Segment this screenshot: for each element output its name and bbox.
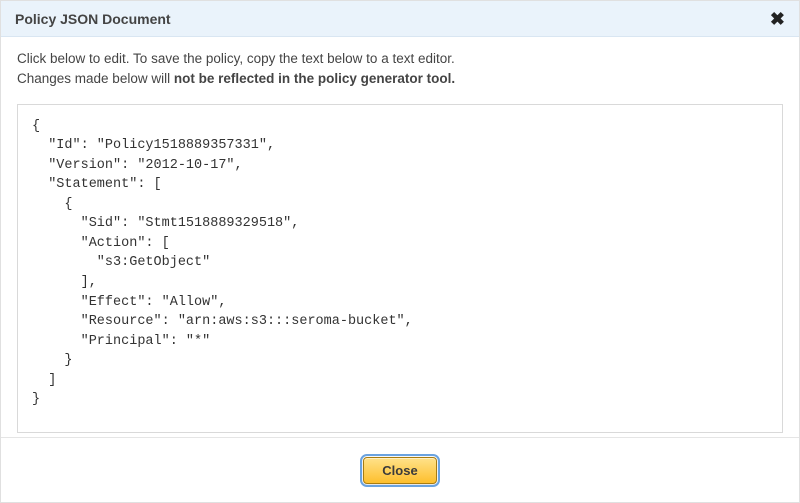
intro-line2-bold: not be reflected in the policy generator… xyxy=(174,71,455,86)
intro-text: Click below to edit. To save the policy,… xyxy=(17,49,783,90)
intro-line2-prefix: Changes made below will xyxy=(17,71,174,86)
policy-json-textarea[interactable]: { "Id": "Policy1518889357331", "Version"… xyxy=(17,104,783,433)
dialog-body[interactable]: Click below to edit. To save the policy,… xyxy=(1,37,799,437)
dialog-title: Policy JSON Document xyxy=(15,11,770,27)
close-icon[interactable]: ✖ xyxy=(770,10,785,28)
dialog-footer: Close xyxy=(1,437,799,502)
close-button[interactable]: Close xyxy=(363,457,436,484)
dialog-titlebar: Policy JSON Document ✖ xyxy=(1,1,799,37)
policy-json-dialog: Policy JSON Document ✖ Click below to ed… xyxy=(0,0,800,503)
intro-line1: Click below to edit. To save the policy,… xyxy=(17,51,455,66)
